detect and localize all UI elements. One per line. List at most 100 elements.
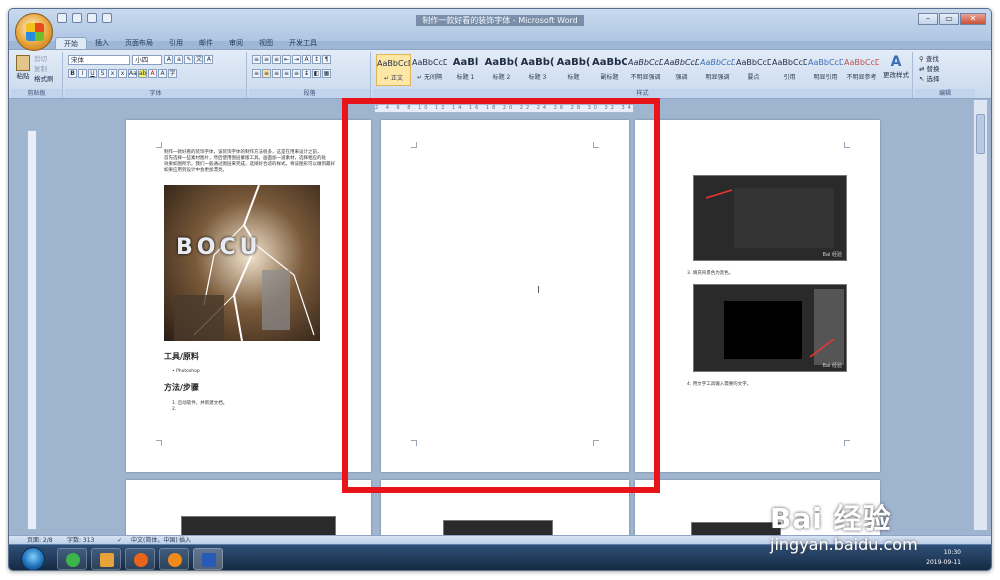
vertical-ruler[interactable] (27, 130, 37, 530)
style-1[interactable]: AaBbCcDd ↵ 正文 (376, 54, 411, 86)
system-tray-clock[interactable]: 10:30 2019-09-11 (926, 548, 961, 568)
style-4[interactable]: AaBb( 标题 2 (484, 54, 519, 86)
font-name-combo[interactable]: 宋体 (68, 55, 130, 65)
tools-item: • Photoshop (172, 369, 200, 374)
bold-icon[interactable]: B (68, 69, 77, 78)
page-4[interactable] (126, 480, 371, 546)
numbering-icon[interactable]: ≡ (262, 55, 271, 64)
find-icon: ⚲ (919, 55, 926, 63)
copy-button[interactable]: 复制 (34, 64, 54, 74)
italic-icon[interactable]: I (78, 69, 87, 78)
clear-format-icon[interactable]: ✎ (184, 55, 194, 64)
format-painter-button[interactable]: 格式刷 (34, 74, 54, 84)
maximize-button[interactable]: ▭ (939, 13, 959, 25)
enclose-char-icon[interactable]: 字 (168, 69, 177, 78)
screenshot-thumb-1: Bai 经验 (693, 175, 847, 261)
minimize-button[interactable]: – (918, 13, 938, 25)
style-sample: AaBbCcDd (412, 58, 447, 67)
align-left-icon[interactable]: ≡ (252, 69, 261, 78)
style-7[interactable]: AaBbC 副标题 (592, 54, 627, 86)
page-1[interactable]: 制作一款好看的装饰字体，该装饰字体的制作方法很多，这是在用来设计之前， 首先选择… (126, 120, 371, 472)
phonetic-icon[interactable]: 文 (194, 55, 204, 64)
tab-developer[interactable]: 开发工具 (281, 37, 325, 49)
cut-button[interactable]: 剪切 (34, 54, 54, 64)
office-button[interactable] (15, 13, 53, 51)
style-2[interactable]: AaBbCcDd ↵ 无间隔 (412, 54, 447, 86)
red-highlight-box (342, 98, 660, 493)
show-marks-icon[interactable]: ¶ (322, 55, 331, 64)
subscript-icon[interactable]: x (108, 69, 117, 78)
ribbon-tabs: 开始 插入 页面布局 引用 邮件 审阅 视图 开发工具 (55, 37, 325, 49)
find-button[interactable]: ⚲ 查找 (919, 54, 940, 64)
scrollbar-thumb[interactable] (976, 114, 985, 154)
underline-icon[interactable]: U (88, 69, 97, 78)
tab-review[interactable]: 审阅 (221, 37, 251, 49)
multilevel-list-icon[interactable]: ≡ (272, 55, 281, 64)
clock-time: 10:30 (943, 549, 961, 556)
style-name: 标题 (567, 74, 580, 81)
bullets-icon[interactable]: ≡ (252, 55, 261, 64)
taskbar-app-2[interactable] (91, 548, 121, 570)
style-sample: AaBb( (556, 57, 591, 68)
tab-references[interactable]: 引用 (161, 37, 191, 49)
shading-icon[interactable]: ◧ (312, 69, 321, 78)
style-10[interactable]: AaBbCcDd 明显强调 (700, 54, 735, 86)
borders-icon[interactable]: ▦ (322, 69, 331, 78)
line-spacing-icon[interactable]: ↨ (302, 69, 311, 78)
taskbar-app-4[interactable] (159, 548, 189, 570)
intro-line-4: 如果应用到设计中会更加漂亮。 (164, 168, 227, 173)
style-name: 标题 2 (492, 74, 511, 81)
sort-icon[interactable]: ↕ (312, 55, 321, 64)
style-13[interactable]: AaBbCcDd 明显引用 (808, 54, 843, 86)
style-9[interactable]: AaBbCcDd 强调 (664, 54, 699, 86)
superscript-icon[interactable]: x (118, 69, 127, 78)
chinese-layout-icon[interactable]: A (302, 55, 311, 64)
font-color-icon[interactable]: A (148, 69, 157, 78)
select-button[interactable]: ↖ 选择 (919, 74, 940, 84)
grow-font-icon[interactable]: A (164, 55, 174, 64)
change-case-icon[interactable]: Aa (128, 69, 137, 78)
clipboard-group-title: 剪贴板 (11, 89, 62, 98)
distribute-icon[interactable]: ≡ (292, 69, 301, 78)
editing-group: ⚲ 查找 ⇄ 替换 ↖ 选择 编辑 (915, 52, 975, 98)
font-size-combo[interactable]: 小四 (132, 55, 163, 65)
align-center-icon[interactable]: ≡ (272, 69, 281, 78)
paste-button[interactable]: 粘贴 (14, 55, 32, 83)
char-border-icon[interactable]: A (204, 55, 214, 64)
highlight-icon[interactable]: ab (138, 69, 147, 78)
vertical-scrollbar[interactable] (973, 100, 987, 530)
style-14[interactable]: AaBbCcDd 不明显参考 (844, 54, 879, 86)
step-3: 3. 填充背景色为黑色。 (687, 271, 734, 276)
char-shading-icon[interactable]: A (158, 69, 167, 78)
style-12[interactable]: AaBbCcDd 引用 (772, 54, 807, 86)
taskbar-app-3[interactable] (125, 548, 155, 570)
strikethrough-icon[interactable]: S (98, 69, 107, 78)
style-5[interactable]: AaBb(标题 3 (520, 54, 555, 86)
tab-view[interactable]: 视图 (251, 37, 281, 49)
increase-indent-icon[interactable]: ⇥ (292, 55, 301, 64)
tab-insert[interactable]: 插入 (87, 37, 117, 49)
taskbar-app-1[interactable] (57, 548, 87, 570)
style-6[interactable]: AaBb( 标题 (556, 54, 591, 86)
tab-mailings[interactable]: 邮件 (191, 37, 221, 49)
style-8[interactable]: AaBbCcDd 不明显强调 (628, 54, 663, 86)
page-3[interactable]: Bai 经验 3. 填充背景色为黑色。 Bai 经验 4. 用文字工具输入需要的… (635, 120, 880, 472)
align-right-icon[interactable]: ≡ (282, 69, 291, 78)
replace-button[interactable]: ⇄ 替换 (919, 64, 940, 74)
decrease-indent-icon[interactable]: ⇤ (282, 55, 291, 64)
style-3[interactable]: AaBl 标题 1 (448, 54, 483, 86)
tab-home[interactable]: 开始 (55, 37, 87, 49)
justify-icon[interactable]: ≡ (262, 69, 271, 78)
taskbar-word[interactable] (193, 548, 223, 570)
style-sample: AaBb( (484, 57, 519, 68)
change-styles-button[interactable]: A 更改样式 (881, 54, 911, 80)
lightning-bolts (174, 185, 315, 341)
shrink-font-icon[interactable]: a (174, 55, 184, 64)
style-11[interactable]: AaBbCcDd 要点 (736, 54, 771, 86)
folder-icon (100, 553, 114, 567)
close-button[interactable]: ✕ (960, 13, 986, 25)
start-button[interactable] (21, 547, 45, 570)
tab-page-layout[interactable]: 页面布局 (117, 37, 161, 49)
red-arrow (809, 338, 835, 358)
replace-icon: ⇄ (919, 65, 927, 73)
